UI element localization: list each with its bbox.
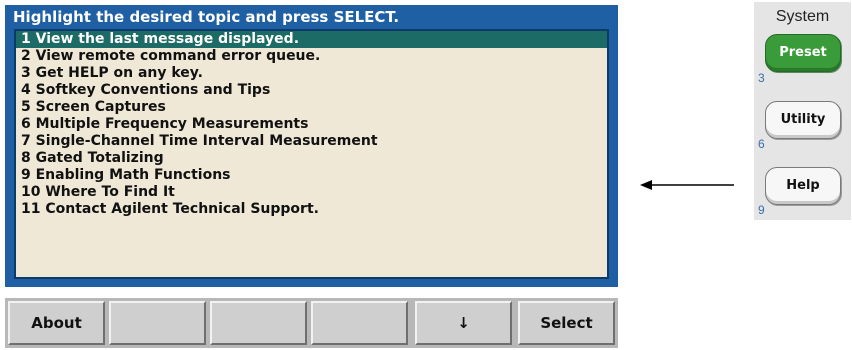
help-topic-item-10[interactable]: 10 Where To Find It [16,184,607,201]
system-key-panel: System Preset 3 Utility 6 Help 9 [754,2,851,220]
help-topic-item-7[interactable]: 7 Single-Channel Time Interval Measureme… [16,133,607,150]
preset-key-number: 3 [758,71,765,85]
display-header: Highlight the desired topic and press SE… [13,8,400,26]
softkey-3[interactable] [210,301,307,345]
help-topic-item-8[interactable]: 8 Gated Totalizing [16,150,607,167]
utility-key[interactable]: Utility [765,101,841,139]
instrument-display: Highlight the desired topic and press SE… [5,5,618,287]
left-arrow-icon [640,180,734,190]
help-topic-item-11[interactable]: 11 Contact Agilent Technical Support. [16,201,607,218]
help-topic-item-6[interactable]: 6 Multiple Frequency Measurements [16,116,607,133]
help-topic-item-4[interactable]: 4 Softkey Conventions and Tips [16,82,607,99]
panel-title: System [775,8,830,25]
softkey-4[interactable] [311,301,408,345]
scroll-down-softkey[interactable]: ↓ [415,301,512,345]
help-topic-item-2[interactable]: 2 View remote command error queue. [16,48,607,65]
help-topic-item-5[interactable]: 5 Screen Captures [16,99,607,116]
preset-key[interactable]: Preset [765,34,841,72]
select-softkey[interactable]: Select [518,301,615,345]
help-key[interactable]: Help [765,167,841,205]
help-key-number: 9 [758,203,765,217]
softkey-2[interactable] [109,301,206,345]
help-topic-item-9[interactable]: 9 Enabling Math Functions [16,167,607,184]
utility-key-number: 6 [758,137,765,151]
softkey-bar: About ↓ Select [5,298,618,348]
help-topic-item-1[interactable]: 1 View the last message displayed. [16,31,607,48]
help-topic-item-3[interactable]: 3 Get HELP on any key. [16,65,607,82]
help-topic-list: 1 View the last message displayed. 2 Vie… [14,29,609,279]
about-softkey[interactable]: About [8,301,105,345]
